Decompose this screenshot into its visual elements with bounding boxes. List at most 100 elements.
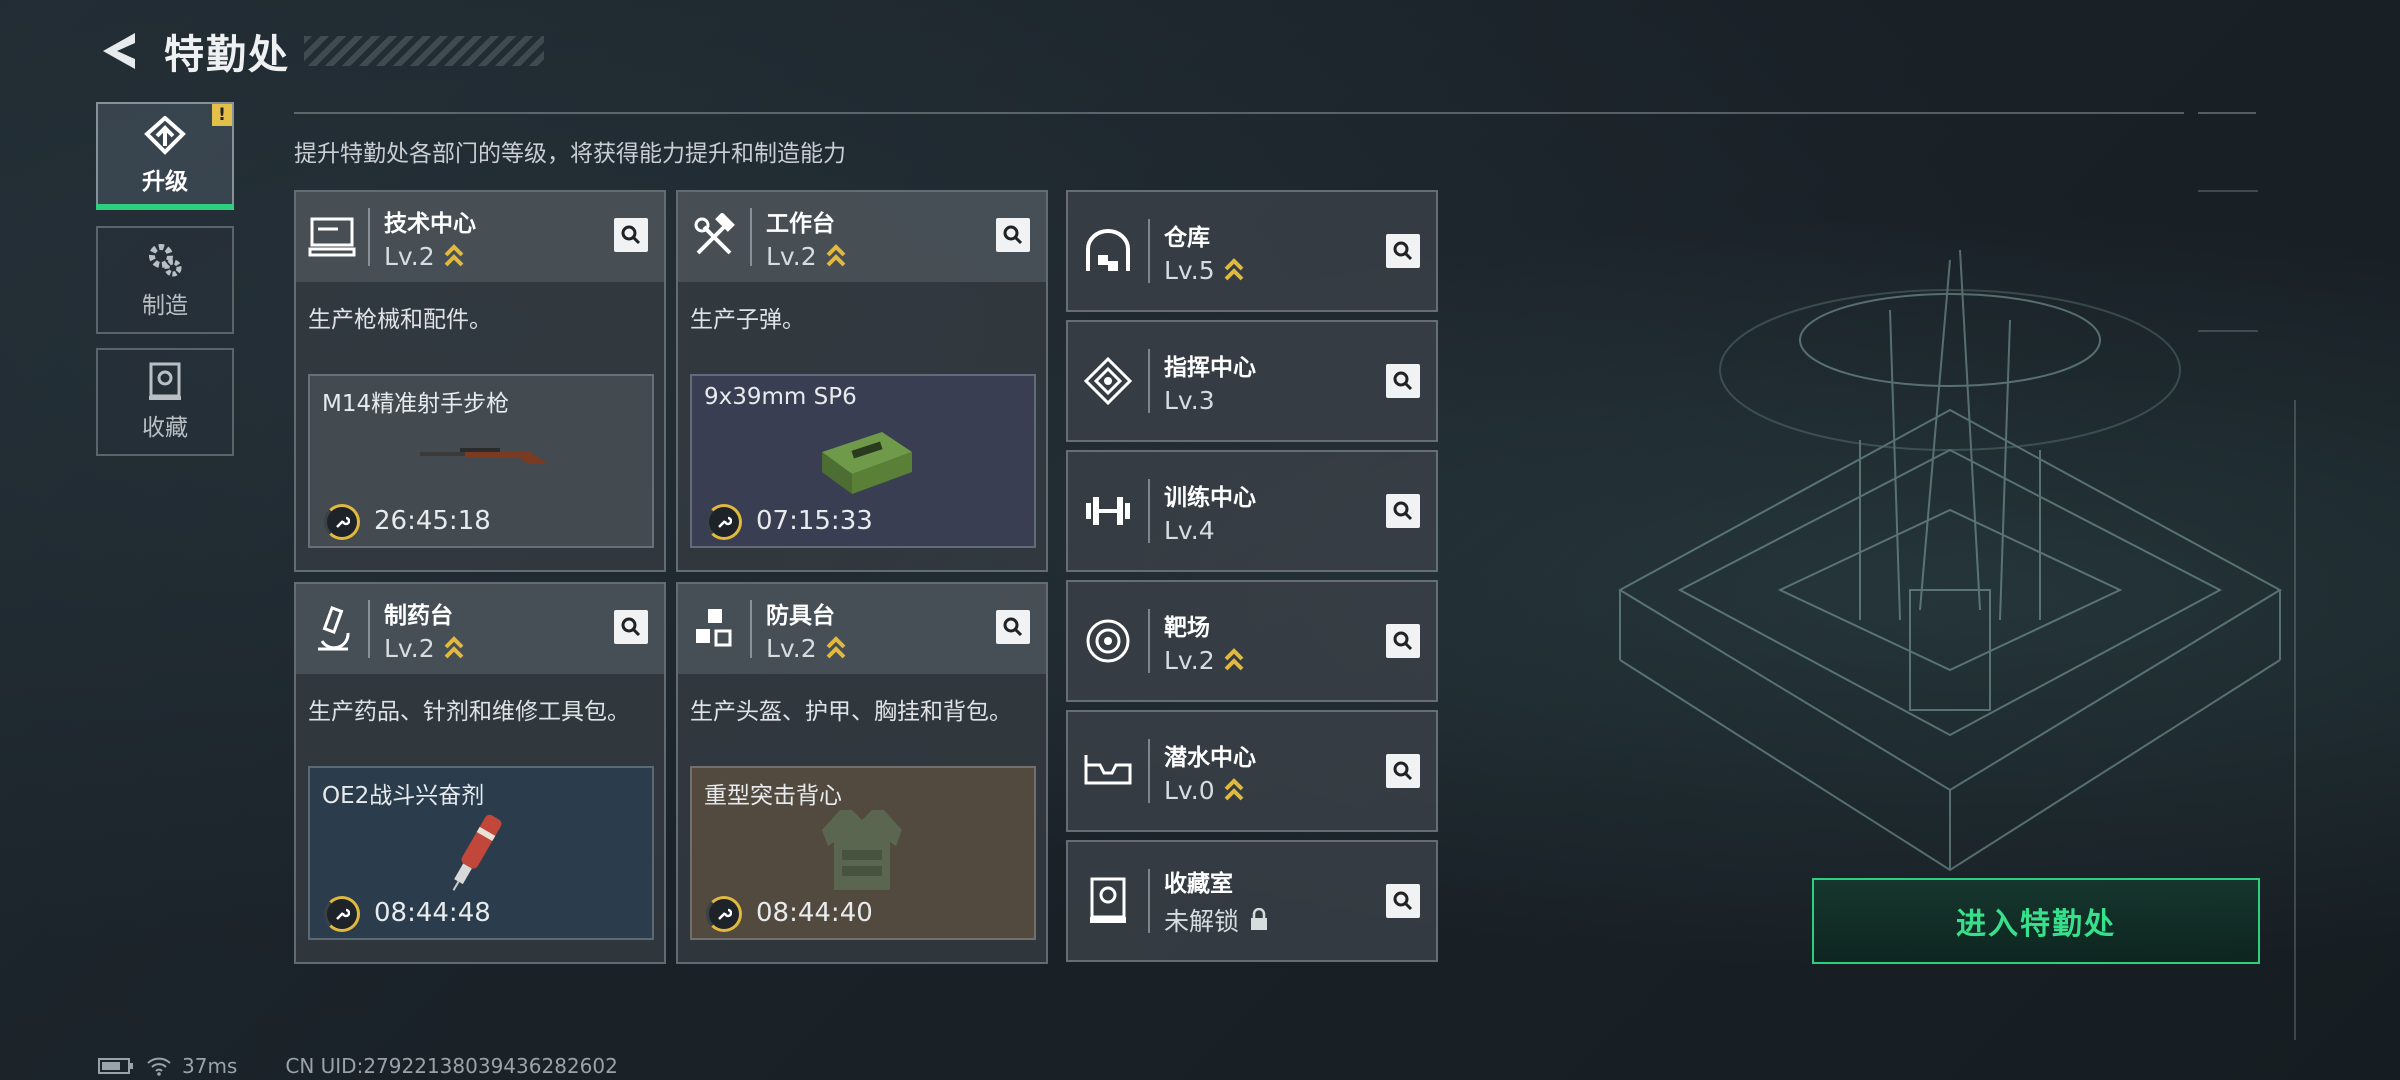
upgrade-chevron-icon xyxy=(1224,258,1244,281)
upgrade-chevron-icon xyxy=(826,636,846,659)
target-icon xyxy=(1068,580,1148,702)
computer-icon xyxy=(296,192,368,282)
back-button[interactable] xyxy=(96,26,146,76)
product-name: OE2战斗兴奋剂 xyxy=(322,783,485,809)
facility-level: Lv.5 xyxy=(1164,255,1215,285)
microscope-icon xyxy=(296,584,368,674)
inspect-button[interactable] xyxy=(1386,234,1420,268)
tab-manufacture[interactable]: 制造 xyxy=(96,226,234,334)
command-emblem-icon xyxy=(1068,320,1148,442)
wrench-timer-icon xyxy=(706,504,742,540)
search-icon xyxy=(1393,501,1413,521)
facility-card-warehouse[interactable]: 仓库 Lv.5 xyxy=(1066,190,1438,312)
dumbbell-icon xyxy=(1068,450,1148,572)
facility-name: 收藏室 xyxy=(1164,871,1233,897)
gear-icon xyxy=(149,244,182,277)
search-icon xyxy=(1393,631,1413,651)
separator xyxy=(368,600,370,658)
search-icon xyxy=(1003,225,1023,245)
cubes-icon xyxy=(678,584,750,674)
collection-icon xyxy=(1068,840,1148,962)
facility-level: Lv.2 xyxy=(766,241,817,271)
production-slot[interactable]: 重型突击背心 08:44:40 xyxy=(690,766,1036,940)
facility-card-training-center[interactable]: 训练中心 Lv.4 xyxy=(1066,450,1438,572)
facility-level: Lv.4 xyxy=(1164,515,1215,545)
inspect-button[interactable] xyxy=(1386,364,1420,398)
tab-label: 收藏 xyxy=(142,415,188,441)
warehouse-icon xyxy=(1068,190,1148,312)
inspect-button[interactable] xyxy=(996,610,1030,644)
product-name: 9x39mm SP6 xyxy=(704,384,857,410)
upgrade-icon xyxy=(144,116,186,155)
inspect-button[interactable] xyxy=(1386,624,1420,658)
facility-description: 生产头盔、护甲、胸挂和背包。 xyxy=(690,699,1012,725)
search-icon xyxy=(621,225,641,245)
facility-card-tech-center[interactable]: 技术中心 Lv.2 生产枪械和配件。 M14精准射手步枪 26:45:18 xyxy=(294,190,666,572)
production-slot[interactable]: OE2战斗兴奋剂 08:44:48 xyxy=(308,766,654,940)
facility-card-workbench[interactable]: 工作台 Lv.2 生产子弹。 9x39mm SP6 07:15:33 xyxy=(676,190,1048,572)
facility-card-pharmacy[interactable]: 制药台 Lv.2 生产药品、针剂和维修工具包。 OE2战斗兴奋剂 08:44:4… xyxy=(294,582,666,964)
inspect-button[interactable] xyxy=(1386,884,1420,918)
search-icon xyxy=(1393,891,1413,911)
facility-card-shooting-range[interactable]: 靶场 Lv.2 xyxy=(1066,580,1438,702)
decor-line xyxy=(2198,330,2258,332)
facility-status: 未解锁 xyxy=(1164,907,1240,936)
headquarters-wireframe xyxy=(1617,249,2283,872)
separator xyxy=(368,208,370,266)
back-arrow-icon xyxy=(103,33,135,69)
decor-line xyxy=(2294,400,2296,1040)
separator xyxy=(1148,219,1150,283)
decor-line xyxy=(2198,190,2258,192)
facility-name: 制药台 xyxy=(384,602,453,629)
page-title: 特勤处 xyxy=(164,32,290,78)
facility-card-armor-bench[interactable]: 防具台 Lv.2 生产头盔、护甲、胸挂和背包。 重型突击背心 08:44:40 xyxy=(676,582,1048,964)
upgrade-chevron-icon xyxy=(826,244,846,267)
production-slot[interactable]: M14精准射手步枪 26:45:18 xyxy=(308,374,654,548)
facility-level: Lv.2 xyxy=(384,241,435,271)
facility-name: 靶场 xyxy=(1164,614,1210,641)
page-subtitle: 提升特勤处各部门的等级，将获得能力提升和制造能力 xyxy=(294,141,846,167)
separator xyxy=(750,208,752,266)
facility-name: 潜水中心 xyxy=(1164,744,1256,771)
wrench-timer-icon xyxy=(324,896,360,932)
title-stripe xyxy=(304,36,544,66)
separator xyxy=(1148,479,1150,543)
facility-card-collection-room[interactable]: 收藏室 未解锁 xyxy=(1066,840,1438,962)
battery-icon xyxy=(98,1058,133,1074)
user-uid: CN UID:27922138039436282602 xyxy=(285,1054,618,1078)
facility-level: Lv.2 xyxy=(384,633,435,663)
search-icon xyxy=(1393,761,1413,781)
facility-card-command-center[interactable]: 指挥中心 Lv.3 xyxy=(1066,320,1438,442)
facility-level: Lv.2 xyxy=(1164,645,1215,675)
facility-level: Lv.2 xyxy=(766,633,817,663)
page-header: 特勤处 xyxy=(96,20,544,82)
search-icon xyxy=(1003,617,1023,637)
facility-card-diving-center[interactable]: 潜水中心 Lv.0 xyxy=(1066,710,1438,832)
production-slot[interactable]: 9x39mm SP6 07:15:33 xyxy=(690,374,1036,548)
tab-upgrade[interactable]: ! 升级 xyxy=(96,102,234,210)
facility-name: 防具台 xyxy=(766,602,835,629)
inspect-button[interactable] xyxy=(614,610,648,644)
hammer-wrench-icon xyxy=(678,192,750,282)
separator xyxy=(1148,609,1150,673)
card-header: 制药台 Lv.2 xyxy=(296,584,664,674)
facility-description: 生产药品、针剂和维修工具包。 xyxy=(308,699,630,725)
lock-icon xyxy=(1251,908,1268,930)
collection-icon xyxy=(149,362,181,400)
facility-name: 指挥中心 xyxy=(1164,354,1256,381)
inspect-button[interactable] xyxy=(1386,754,1420,788)
inspect-button[interactable] xyxy=(1386,494,1420,528)
facility-level: Lv.3 xyxy=(1164,385,1215,415)
card-header: 工作台 Lv.2 xyxy=(678,192,1046,282)
enter-headquarters-button[interactable]: 进入特勤处 xyxy=(1812,878,2260,964)
production-timer: 08:44:40 xyxy=(756,898,873,928)
wrench-timer-icon xyxy=(324,504,360,540)
search-icon xyxy=(621,617,641,637)
tab-label: 制造 xyxy=(142,293,188,319)
alert-badge: ! xyxy=(212,104,232,126)
separator xyxy=(1148,869,1150,933)
inspect-button[interactable] xyxy=(996,218,1030,252)
tab-collection[interactable]: 收藏 xyxy=(96,348,234,456)
inspect-button[interactable] xyxy=(614,218,648,252)
upgrade-chevron-icon xyxy=(1224,648,1244,671)
